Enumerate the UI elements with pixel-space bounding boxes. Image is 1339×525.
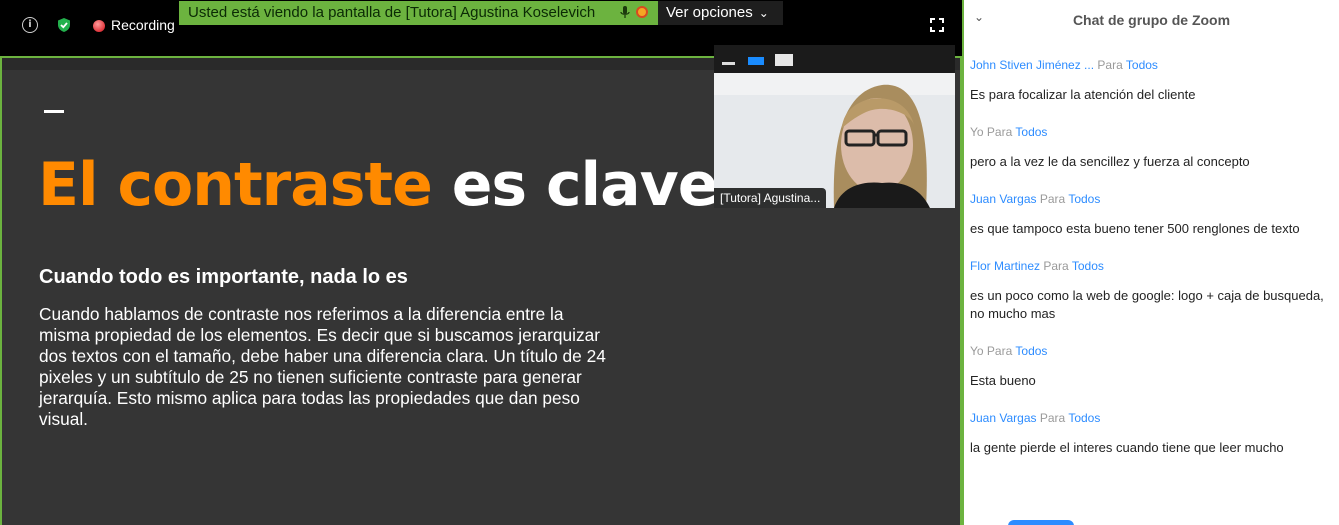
speaker-view-icon[interactable] xyxy=(748,57,764,65)
chat-message: Yo Para Todos pero a la vez le da sencill… xyxy=(970,125,1335,171)
slide-decoration-dash xyxy=(44,110,64,113)
chat-message-sender[interactable]: John Stiven Jiménez ... xyxy=(970,58,1094,72)
participant-video: [Tutora] Agustina... xyxy=(714,73,955,208)
share-banner-text: Usted está viendo la pantalla de [Tutora… xyxy=(188,4,596,21)
view-options-label: Ver opciones xyxy=(666,4,753,21)
chat-message-target[interactable]: Todos xyxy=(1126,58,1158,72)
chat-message-list[interactable]: John Stiven Jiménez ... Para Todos Es par… xyxy=(970,58,1335,478)
fullscreen-icon[interactable] xyxy=(930,18,944,32)
chat-message-target[interactable]: Todos xyxy=(1072,259,1104,273)
chat-message: Flor Martinez Para Todos es un poco como … xyxy=(970,259,1335,323)
chat-message-target[interactable]: Todos xyxy=(1068,192,1100,206)
chat-message-text: es que tampoco esta bueno tener 500 reng… xyxy=(970,221,1300,236)
chat-message-sender[interactable]: Yo xyxy=(970,344,984,358)
chat-message-to: Para xyxy=(1043,259,1069,273)
chat-message-to: Para xyxy=(986,344,1013,358)
slide-title: El contraste es clave. xyxy=(38,150,741,220)
participant-name-label: [Tutora] Agustina... xyxy=(714,188,827,208)
chat-message-to: Para xyxy=(1039,192,1066,206)
slide-body-text: Cuando hablamos de contraste nos referim… xyxy=(39,304,606,429)
chat-message-header: Juan Vargas Para Todos xyxy=(970,411,1335,426)
chat-message-sender[interactable]: Flor Martinez xyxy=(970,259,1040,273)
slide-subtitle: Cuando todo es importante, nada lo es xyxy=(39,266,408,288)
chat-message: Juan Vargas Para Todos la gente pierde el… xyxy=(970,411,1335,457)
chat-message-text: Es para focalizar la atención del client… xyxy=(970,87,1196,102)
chat-message-text: Esta bueno xyxy=(970,373,1036,388)
chat-message-target[interactable]: Todos xyxy=(1015,125,1047,139)
chat-message-header: Flor Martinez Para Todos xyxy=(970,259,1335,274)
chat-message-text: es un poco como la web de google: logo +… xyxy=(970,288,1324,321)
chat-message: Yo Para Todos Esta bueno xyxy=(970,344,1335,390)
microphone-icon xyxy=(620,6,630,18)
chat-title: Chat de grupo de Zoom xyxy=(1072,12,1231,28)
chevron-down-icon: ⌄ xyxy=(758,6,769,20)
new-messages-indicator[interactable] xyxy=(1008,520,1074,525)
recording-indicator-icon xyxy=(93,20,105,32)
chat-message-text: la gente pierde el interes cuando tiene … xyxy=(970,440,1284,455)
video-thumbnail-panel[interactable]: [Tutora] Agustina... xyxy=(714,45,955,208)
gallery-view-icon[interactable] xyxy=(775,54,793,66)
chat-message-target[interactable]: Todos xyxy=(1015,344,1047,358)
chat-message-sender[interactable]: Juan Vargas xyxy=(970,411,1037,425)
shield-icon[interactable] xyxy=(56,17,72,33)
remote-control-icon[interactable] xyxy=(636,6,648,18)
chat-message-sender[interactable]: Yo xyxy=(970,125,984,139)
video-toolbar xyxy=(714,45,955,73)
slide-title-highlight: El contraste xyxy=(38,150,433,220)
chat-message: Juan Vargas Para Todos es que tampoco est… xyxy=(970,192,1335,238)
chat-message-sender[interactable]: Juan Vargas xyxy=(970,192,1037,206)
chat-message-target[interactable]: Todos xyxy=(1068,411,1100,425)
view-options-button[interactable]: Ver opciones ⌄ xyxy=(658,1,783,25)
chat-message-header: Yo Para Todos xyxy=(970,125,1335,140)
chat-message: John Stiven Jiménez ... Para Todos Es par… xyxy=(970,58,1335,104)
recording-label: Recording xyxy=(111,17,175,33)
slide-title-rest: es clave. xyxy=(451,150,741,220)
screen-share-banner: Usted está viendo la pantalla de [Tutora… xyxy=(179,1,658,25)
chat-message-to: Para xyxy=(1097,58,1123,72)
chat-header: ⌄ Chat de grupo de Zoom xyxy=(964,0,1339,40)
chat-panel: ⌄ Chat de grupo de Zoom John Stiven Jimé… xyxy=(962,0,1339,525)
chat-message-header: Juan Vargas Para Todos xyxy=(970,192,1335,207)
chat-message-to: Para xyxy=(986,125,1013,139)
chat-message-header: Yo Para Todos xyxy=(970,344,1335,359)
chat-message-to: Para xyxy=(1039,411,1066,425)
info-icon[interactable]: i xyxy=(22,17,38,33)
chat-message-text: pero a la vez le da sencillez y fuerza a… xyxy=(970,154,1250,169)
minimize-video-icon[interactable] xyxy=(722,62,735,65)
chat-message-header: John Stiven Jiménez ... Para Todos xyxy=(970,58,1335,73)
